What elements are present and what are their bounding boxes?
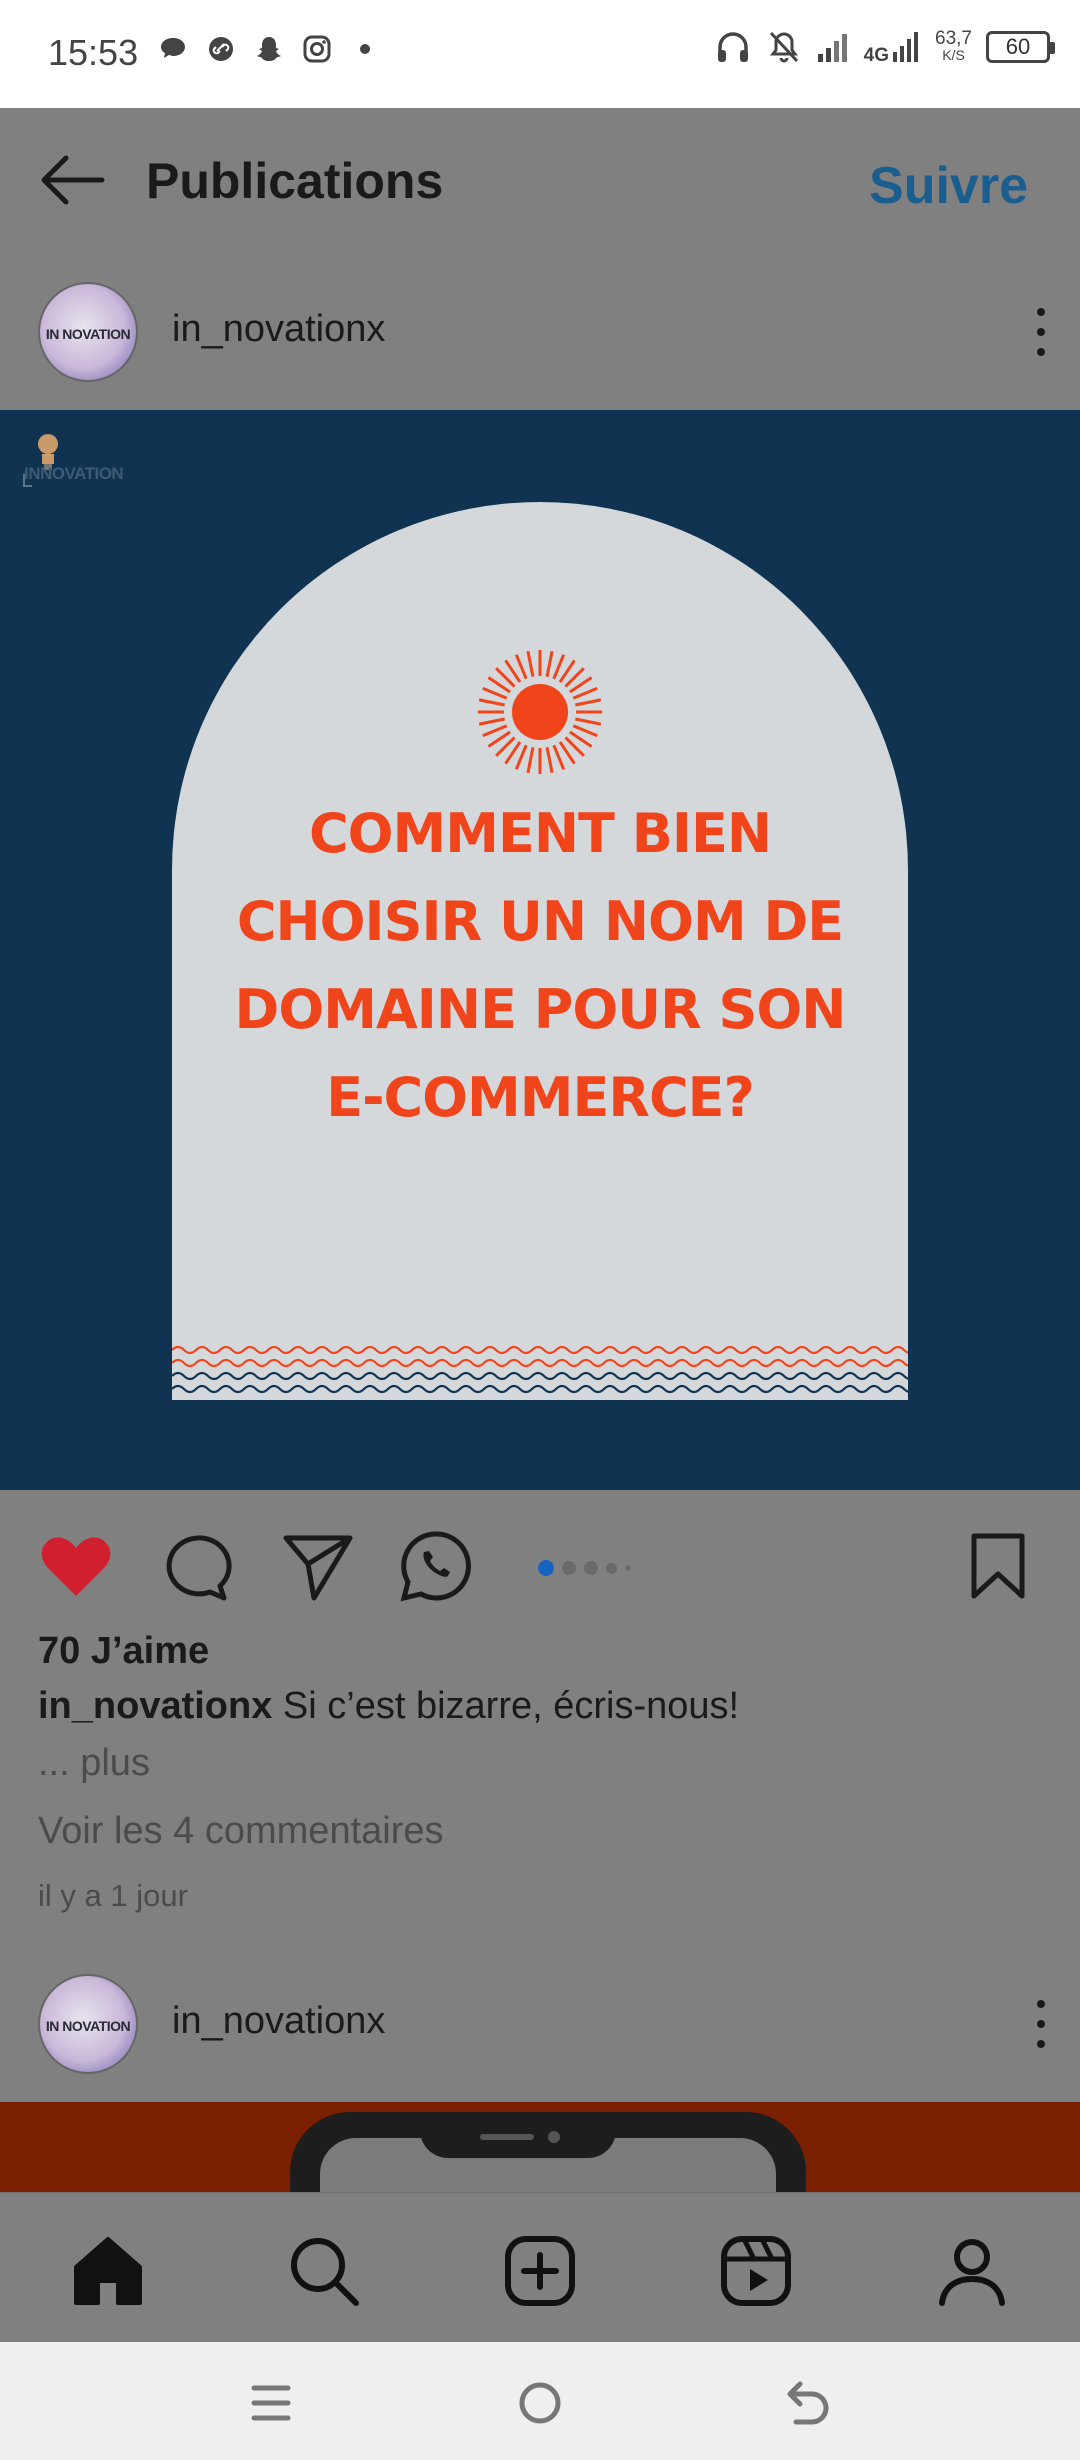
post-username[interactable]: in_novationx [172,308,385,351]
carousel-dot [562,1561,576,1575]
more-options-icon[interactable] [1026,302,1056,362]
signal-4g-icon: 4G [863,30,921,66]
status-bar: 15:53 4G 63,7 K/S 60 [0,0,1080,108]
whatsapp-icon[interactable] [398,1530,474,1602]
post-image[interactable]: INNOVATION COMMENT BIEN CHOISIR UN NOM D… [0,410,1080,1490]
wave-pattern [172,1345,908,1394]
system-status-icons: 4G 63,7 K/S 60 [714,28,1055,66]
bookmark-icon[interactable] [966,1530,1030,1602]
post-image[interactable] [0,2102,1080,2192]
back-icon[interactable] [782,2376,836,2430]
post-header: IN NOVATION in_novationx [0,1950,1080,2102]
snapchat-icon [257,37,281,61]
page-title: Publications [146,153,444,209]
sun-icon [478,650,602,774]
app-header: Publications Suivre [0,108,1080,258]
like-heart-icon[interactable] [38,1530,114,1602]
avatar[interactable]: IN NOVATION [38,1974,138,2074]
headphones-icon [717,32,748,62]
notch-speaker [480,2134,534,2140]
network-type: 4G [863,45,890,66]
caption-username[interactable]: in_novationx [38,1685,272,1727]
headline-line: DOMAINE POUR SON [234,978,847,1041]
headline-line: COMMENT BIEN [308,802,772,865]
mute-bell-icon [769,31,798,63]
like-count[interactable]: 70 J’aime [38,1630,209,1673]
profile-icon[interactable] [932,2231,1012,2311]
post-actions [0,1490,1080,1630]
dot-icon [360,44,370,54]
more-link[interactable]: ... plus [38,1742,150,1785]
avatar-logo-text: IN NOVATION [45,2018,131,2034]
post-username[interactable]: in_novationx [172,2000,385,2043]
network-speed: 63,7 K/S [935,28,972,64]
headline-line: CHOISIR UN NOM DE [236,890,844,953]
avatar[interactable]: IN NOVATION [38,282,138,382]
notch-camera [548,2131,560,2143]
post-headline: COMMENT BIEN CHOISIR UN NOM DE DOMAINE P… [172,790,908,1142]
phone-notch [420,2112,616,2158]
speed-value: 63,7 [935,28,972,49]
search-icon[interactable] [284,2231,364,2311]
system-navigation [0,2342,1080,2460]
phone-illustration [290,2112,806,2192]
bottom-navigation [0,2192,1080,2342]
carousel-dot [584,1561,598,1575]
follow-button[interactable]: Suivre [869,156,1028,216]
carousel-dot [625,1565,631,1571]
headline-line: E-COMMERCE? [326,1066,755,1129]
carousel-indicator [538,1560,631,1576]
menu-icon[interactable] [244,2376,298,2430]
home-icon[interactable] [68,2231,148,2311]
post-header: IN NOVATION in_novationx [0,258,1080,410]
comment-icon[interactable] [160,1530,236,1602]
create-post-icon[interactable] [500,2231,580,2311]
message-icon [161,38,185,58]
carousel-dot-active [538,1560,554,1576]
post-caption: in_novationx Si c’est bizarre, écris-nou… [38,1685,739,1728]
brand-logo-text: INNOVATION [24,464,124,483]
status-time: 15:53 [48,32,139,73]
share-icon[interactable] [280,1530,356,1602]
caption-text: Si c’est bizarre, écris-nous! [272,1685,740,1727]
post-timestamp: il y a 1 jour [38,1878,188,1913]
avatar-logo-text: IN NOVATION [45,326,131,342]
notification-icons [158,34,380,64]
view-comments-link[interactable]: Voir les 4 commentaires [38,1810,444,1853]
more-options-icon[interactable] [1026,1994,1056,2054]
link-icon [209,37,233,61]
carousel-dot [606,1562,617,1574]
speed-unit: K/S [942,47,965,63]
home-circle-icon[interactable] [513,2376,567,2430]
instagram-icon [303,35,331,63]
reels-icon[interactable] [716,2231,796,2311]
signal-icon [817,34,847,62]
battery-icon: 60 [986,31,1055,63]
back-arrow-icon[interactable] [36,150,108,210]
